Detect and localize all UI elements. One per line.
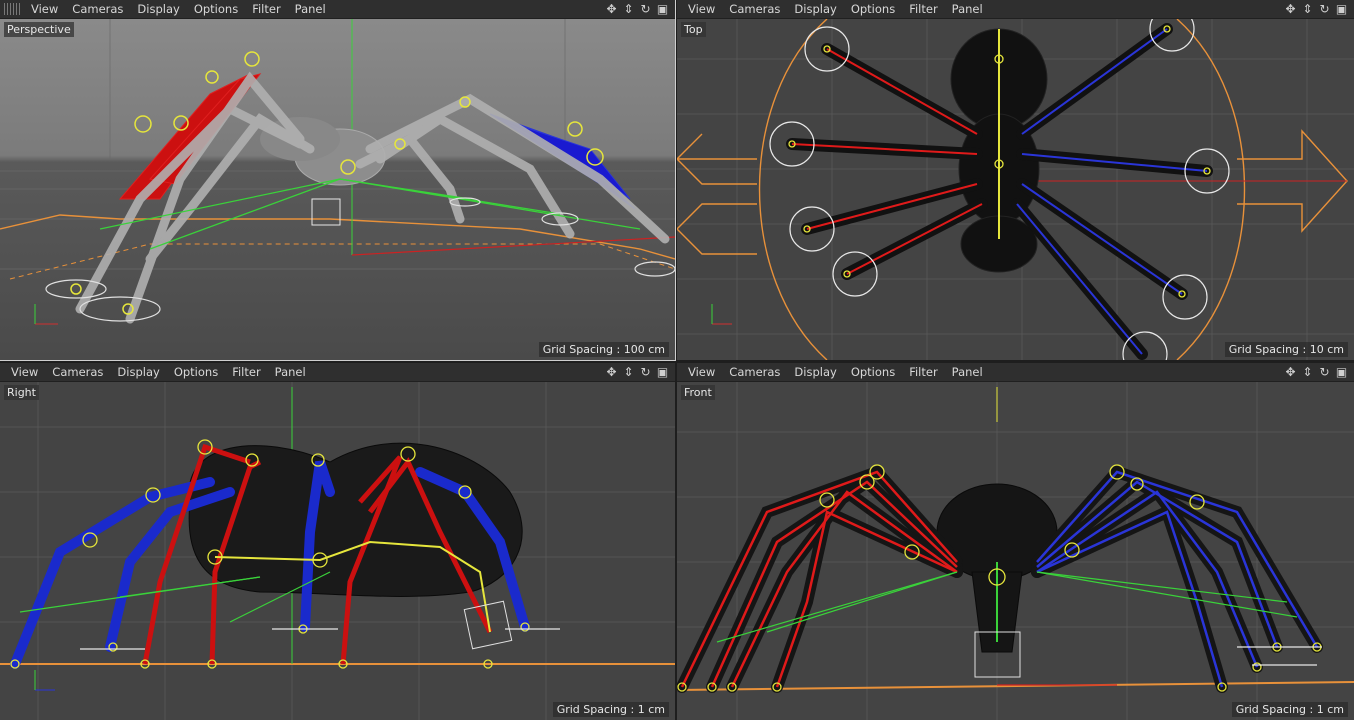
rotate-view-icon[interactable]: ↻	[639, 365, 652, 379]
rotate-view-icon[interactable]: ↻	[639, 2, 652, 16]
move-view-icon[interactable]: ✥	[1284, 2, 1297, 16]
menu-options[interactable]: Options	[844, 363, 902, 381]
perspective-scene	[0, 19, 675, 360]
camera-label: Top	[681, 22, 706, 37]
viewport-menubar: View Cameras Display Options Filter Pane…	[677, 0, 1354, 19]
menu-options[interactable]: Options	[167, 363, 225, 381]
menu-options[interactable]: Options	[187, 0, 245, 18]
menu-filter[interactable]: Filter	[902, 363, 944, 381]
right-canvas[interactable]	[0, 382, 675, 720]
viewport-right[interactable]: View Cameras Display Options Filter Pane…	[0, 363, 675, 720]
menu-filter[interactable]: Filter	[245, 0, 287, 18]
viewport-front[interactable]: View Cameras Display Options Filter Pane…	[677, 363, 1354, 720]
menu-panel[interactable]: Panel	[945, 0, 990, 18]
menu-view[interactable]: View	[4, 363, 45, 381]
front-canvas[interactable]	[677, 382, 1354, 720]
front-scene	[677, 382, 1354, 720]
viewport-top[interactable]: View Cameras Display Options Filter Pane…	[677, 0, 1354, 360]
menu-cameras[interactable]: Cameras	[65, 0, 130, 18]
toggle-panel-icon[interactable]: ▣	[656, 365, 669, 379]
viewport-menubar: View Cameras Display Options Filter Pane…	[0, 0, 675, 19]
menu-panel[interactable]: Panel	[288, 0, 333, 18]
menu-display[interactable]: Display	[787, 363, 843, 381]
menu-filter[interactable]: Filter	[225, 363, 267, 381]
camera-label: Right	[4, 385, 39, 400]
menu-display[interactable]: Display	[787, 0, 843, 18]
viewport-menubar: View Cameras Display Options Filter Pane…	[677, 363, 1354, 382]
toggle-panel-icon[interactable]: ▣	[1335, 365, 1348, 379]
camera-label: Perspective	[4, 22, 74, 37]
grid-spacing-readout: Grid Spacing : 1 cm	[552, 702, 669, 717]
menu-filter[interactable]: Filter	[902, 0, 944, 18]
right-scene	[0, 382, 675, 720]
dolly-view-icon[interactable]: ⇕	[622, 365, 635, 379]
rotate-view-icon[interactable]: ↻	[1318, 2, 1331, 16]
menu-view[interactable]: View	[681, 0, 722, 18]
viewport-perspective[interactable]: View Cameras Display Options Filter Pane…	[0, 0, 676, 361]
rotate-view-icon[interactable]: ↻	[1318, 365, 1331, 379]
dolly-view-icon[interactable]: ⇕	[1301, 365, 1314, 379]
grid-spacing-readout: Grid Spacing : 10 cm	[1224, 342, 1348, 357]
menu-options[interactable]: Options	[844, 0, 902, 18]
menu-panel[interactable]: Panel	[268, 363, 313, 381]
move-view-icon[interactable]: ✥	[605, 2, 618, 16]
top-scene	[677, 19, 1354, 360]
menu-panel[interactable]: Panel	[945, 363, 990, 381]
menu-view[interactable]: View	[24, 0, 65, 18]
menu-display[interactable]: Display	[130, 0, 186, 18]
top-canvas[interactable]	[677, 19, 1354, 360]
menu-cameras[interactable]: Cameras	[722, 0, 787, 18]
move-view-icon[interactable]: ✥	[1284, 365, 1297, 379]
menu-cameras[interactable]: Cameras	[722, 363, 787, 381]
camera-label: Front	[681, 385, 715, 400]
viewport-menubar: View Cameras Display Options Filter Pane…	[0, 363, 675, 382]
toggle-panel-icon[interactable]: ▣	[656, 2, 669, 16]
menu-view[interactable]: View	[681, 363, 722, 381]
menu-cameras[interactable]: Cameras	[45, 363, 110, 381]
perspective-canvas[interactable]	[0, 19, 675, 360]
menu-display[interactable]: Display	[110, 363, 166, 381]
toggle-panel-icon[interactable]: ▣	[1335, 2, 1348, 16]
move-view-icon[interactable]: ✥	[605, 365, 618, 379]
dolly-view-icon[interactable]: ⇕	[1301, 2, 1314, 16]
dolly-view-icon[interactable]: ⇕	[622, 2, 635, 16]
grid-spacing-readout: Grid Spacing : 1 cm	[1231, 702, 1348, 717]
grid-spacing-readout: Grid Spacing : 100 cm	[538, 342, 669, 357]
grip-icon[interactable]	[4, 3, 20, 15]
